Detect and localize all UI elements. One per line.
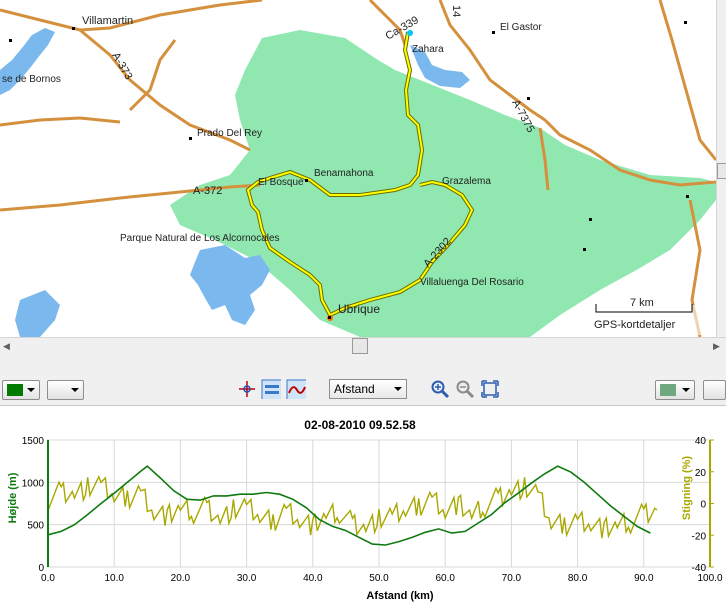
map-horizontal-scroll-thumb[interactable] [352,338,368,354]
x-tick-label: 10.0 [104,573,124,584]
x-tick-label: 100.0 [697,573,722,584]
label-el-gastor: El Gastor [500,22,542,33]
map-view[interactable]: Villamartin El Gastor Zahara se de Borno… [0,0,716,337]
label-prado-del-rey: Prado Del Rey [197,128,262,139]
track-color-swatch [7,384,23,396]
road-label-14: 14 [450,5,462,17]
x-tick-label: 40.0 [303,573,323,584]
panel-splitter[interactable] [0,355,726,375]
reservoir-south [190,245,270,325]
x-axis-label: Afstand (km) [366,590,434,602]
x-tick-label: 70.0 [502,573,522,584]
road-label-a372: A-372 [193,185,222,197]
y2-tick-label: 20 [695,468,707,479]
map-vertical-scroll-thumb[interactable] [717,163,726,179]
x-tick-label: 0.0 [41,573,55,584]
x-axis-select[interactable]: Afstand [329,379,407,399]
zoom-out-icon[interactable] [455,379,475,399]
map-attribution: GPS-kortdetaljer [594,319,676,331]
map-canvas[interactable]: Villamartin El Gastor Zahara se de Borno… [0,0,716,337]
y-tick-label: 0 [38,563,44,574]
y2-tick-label: 0 [700,500,706,511]
x-tick-label: 50.0 [369,573,389,584]
label-villaluenga: Villaluenga Del Rosario [420,277,524,288]
chevron-down-icon [71,388,79,392]
chart-title: 02-08-2010 09.52.58 [304,418,416,432]
x-tick-label: 90.0 [634,573,654,584]
road-label-a373: A-373 [109,51,134,82]
label-villamartin: Villamartin [82,15,133,27]
y-tick-label: 1000 [22,478,45,489]
y-tick-label: 1500 [22,436,45,447]
scale-label: 7 km [630,297,654,309]
scroll-right-arrow-icon[interactable]: ▶ [713,341,720,351]
chevron-down-icon [27,388,35,392]
y2-tick-label: 40 [695,436,707,447]
zoom-to-fit-icon[interactable] [480,379,500,399]
track-color-button[interactable] [2,380,40,400]
elevation-profile-chart: 02-08-2010 09.52.58 0.0 10.0 20.0 30.0 40.0 5… [0,406,726,603]
label-benamahona: Benamahona [314,168,374,179]
y-axis-label: Højde (m) [7,472,19,523]
scroll-left-arrow-icon[interactable]: ◀ [3,341,10,351]
scale-bar: 7 km GPS-kortdetaljer [585,297,715,335]
x-tick-label: 20.0 [171,573,191,584]
chart-grid [47,439,711,568]
height-profile-toggle-icon[interactable] [261,379,281,399]
x-axis-select-value: Afstand [334,382,375,396]
y-tick-label: 500 [27,521,44,532]
label-zahara: Zahara [412,44,444,55]
y2-axis-label: Stigning (%) [681,456,693,520]
label-parque: Parque Natural de Los Alcornocales [120,233,280,244]
label-el-bosque: El Bosque [258,177,304,188]
x-tick-label: 30.0 [237,573,257,584]
x-tick-label: 80.0 [568,573,588,584]
overflow-button[interactable] [703,380,726,400]
gradient-profile-toggle-icon[interactable] [286,379,306,399]
options-dropdown-button[interactable] [47,380,84,400]
crosshair-marker-icon[interactable] [237,379,257,399]
zoom-in-icon[interactable] [430,379,450,399]
chart-canvas: 02-08-2010 09.52.58 0.0 10.0 20.0 30.0 40.0 5… [7,418,723,602]
chevron-down-icon [394,387,402,391]
series-color-swatch [660,384,676,396]
y2-tick-label: -40 [692,563,707,574]
series-color-button[interactable] [655,380,695,400]
water-west [15,290,60,337]
chevron-down-icon [682,388,690,392]
label-bornos: se de Bornos [2,74,61,85]
y2-tick-label: -20 [692,531,707,542]
label-ubrique: Ubrique [338,302,380,316]
x-tick-label: 60.0 [435,573,455,584]
label-grazalema: Grazalema [442,176,491,187]
